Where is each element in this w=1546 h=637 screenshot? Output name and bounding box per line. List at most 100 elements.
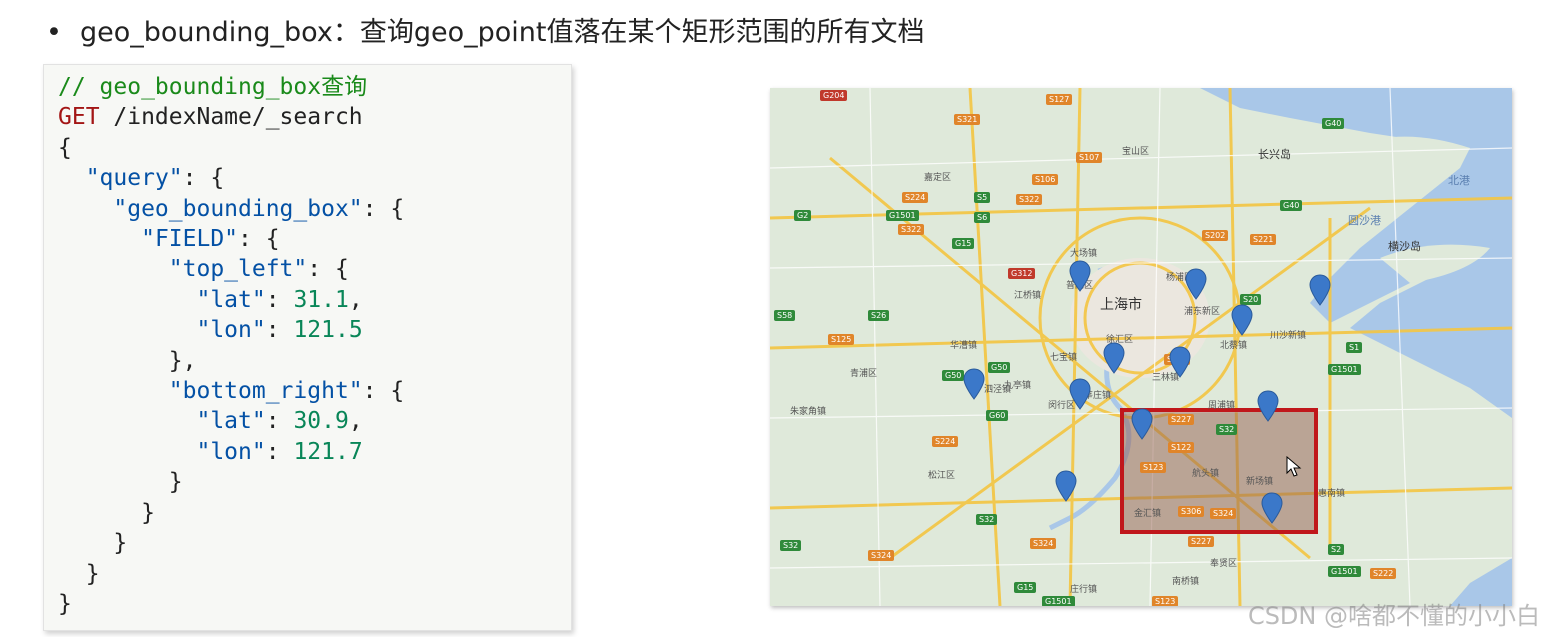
road-shield: S123 — [1140, 462, 1167, 473]
map-marker-pin[interactable] — [1308, 274, 1332, 306]
place-label: 嘉定区 — [924, 173, 952, 183]
place-label: 长兴岛 — [1258, 148, 1291, 161]
road-shield: G204 — [820, 90, 848, 101]
road-shield: G1501 — [886, 210, 919, 221]
place-label: 金汇镇 — [1134, 509, 1162, 519]
road-shield: S322 — [898, 224, 925, 235]
place-label: 惠南镇 — [1318, 489, 1346, 499]
road-shield: G50 — [988, 362, 1011, 373]
road-shield: S106 — [1032, 174, 1059, 185]
code-block: // geo_bounding_box查询 GET /indexName/_se… — [43, 64, 572, 631]
road-shield: S58 — [774, 310, 796, 321]
road-shield: S227 — [1188, 536, 1215, 547]
place-label: 北港 — [1448, 174, 1470, 187]
place-label: 浦东新区 — [1184, 307, 1221, 317]
query-key: "query" — [85, 165, 183, 192]
place-label: 宝山区 — [1122, 147, 1150, 157]
section-heading: • geo_bounding_box：查询geo_point值落在某个矩形范围的所… — [46, 10, 924, 49]
place-label: 朱家角镇 — [790, 407, 827, 417]
place-label: 大场镇 — [1070, 249, 1098, 259]
road-shield: S32 — [780, 540, 802, 551]
map-marker-pin[interactable] — [962, 368, 986, 400]
mouse-cursor-icon — [1286, 456, 1302, 477]
road-shield: S324 — [868, 550, 895, 561]
road-shield: S32 — [976, 514, 998, 525]
road-shield: S322 — [1016, 194, 1043, 205]
map-marker-pin[interactable] — [1256, 390, 1280, 422]
bottom-right-key: "bottom_right" — [168, 378, 363, 405]
heading-text: geo_bounding_box：查询geo_point值落在某个矩形范围的所有… — [80, 17, 925, 48]
geo-bounding-box-key: "geo_bounding_box" — [113, 195, 363, 222]
place-label: 青浦区 — [850, 369, 878, 379]
place-label: 七宝镇 — [1050, 353, 1078, 363]
road-shield: S107 — [1076, 152, 1103, 163]
map-marker-pin[interactable] — [1260, 492, 1284, 524]
map-marker-pin[interactable] — [1130, 408, 1154, 440]
place-label: 川沙新镇 — [1270, 331, 1307, 341]
road-shield: S306 — [1178, 506, 1205, 517]
map-marker-pin[interactable] — [1230, 304, 1254, 336]
road-shield: S222 — [1370, 568, 1397, 579]
road-shield: S123 — [1152, 596, 1179, 606]
road-shield: G312 — [1008, 268, 1036, 279]
road-shield: G60 — [986, 410, 1009, 421]
http-method: GET — [58, 104, 100, 131]
bottom-right-lon-value: 121.7 — [293, 438, 363, 465]
map-marker-pin[interactable] — [1054, 470, 1078, 502]
road-shield: G1501 — [1042, 596, 1075, 606]
road-shield: G15 — [1014, 582, 1037, 593]
request-path: /indexName/_search — [99, 104, 363, 131]
top-left-lon-value: 121.5 — [293, 317, 363, 344]
road-shield: G40 — [1280, 200, 1303, 211]
map-marker-pin[interactable] — [1068, 378, 1092, 410]
road-shield: S2 — [1328, 544, 1345, 555]
top-left-lat-value: 31.1 — [293, 286, 349, 313]
road-shield: S324 — [1030, 538, 1057, 549]
place-label: 江桥镇 — [1014, 291, 1042, 301]
place-label: 北蔡镇 — [1220, 341, 1248, 351]
city-label: 上海市 — [1100, 297, 1142, 313]
road-shield: S227 — [1168, 414, 1195, 425]
road-shield: S321 — [954, 114, 981, 125]
road-shield: S5 — [974, 192, 991, 203]
road-shield: S1 — [1346, 342, 1363, 353]
place-label: 新场镇 — [1246, 477, 1274, 487]
code-text: // geo_bounding_box查询 GET /indexName/_se… — [58, 74, 405, 617]
field-key: "FIELD" — [141, 226, 239, 253]
map-marker-pin[interactable] — [1068, 260, 1092, 292]
road-shield: G1501 — [1328, 566, 1361, 577]
watermark-text: CSDN @啥都不懂的小小白 — [1247, 602, 1540, 630]
place-label: 周浦镇 — [1208, 401, 1236, 411]
road-shield: G1501 — [1328, 364, 1361, 375]
road-shield: G2 — [794, 210, 812, 221]
code-comment: // geo_bounding_box查询 — [58, 74, 368, 100]
bottom-right-lat-value: 30.9 — [293, 408, 349, 435]
place-label: 奉贤区 — [1210, 559, 1238, 569]
road-shield: G15 — [952, 238, 975, 249]
road-shield: G40 — [1322, 118, 1345, 129]
road-shield: S125 — [828, 334, 855, 345]
place-label: 航头镇 — [1192, 469, 1220, 479]
road-shield: S26 — [868, 310, 890, 321]
map-base — [770, 88, 1512, 606]
road-shield: S224 — [902, 192, 929, 203]
place-label: 横沙岛 — [1388, 240, 1421, 253]
road-shield: S127 — [1046, 94, 1073, 105]
road-shield: S221 — [1250, 234, 1277, 245]
road-shield: S202 — [1202, 230, 1229, 241]
road-shield: S32 — [1216, 424, 1238, 435]
map-marker-pin[interactable] — [1102, 342, 1126, 374]
place-label: 松江区 — [928, 471, 956, 481]
place-label: 九亭镇 — [1004, 381, 1032, 391]
place-label: 南桥镇 — [1172, 577, 1200, 587]
bullet-point: • — [46, 17, 62, 48]
map-marker-pin[interactable] — [1168, 346, 1192, 378]
road-shield: S6 — [974, 212, 991, 223]
road-shield: S122 — [1168, 442, 1195, 453]
map-marker-pin[interactable] — [1184, 268, 1208, 300]
place-label: 圆沙港 — [1348, 214, 1381, 227]
map-view[interactable]: 上海市 长兴岛 横沙岛 北港 圆沙港 宝山区 嘉定区 青浦区 松江区 闵行区 浦… — [770, 88, 1512, 606]
place-label: 华漕镇 — [950, 341, 978, 351]
top-left-key: "top_left" — [168, 256, 308, 283]
place-label: 庄行镇 — [1070, 585, 1098, 595]
